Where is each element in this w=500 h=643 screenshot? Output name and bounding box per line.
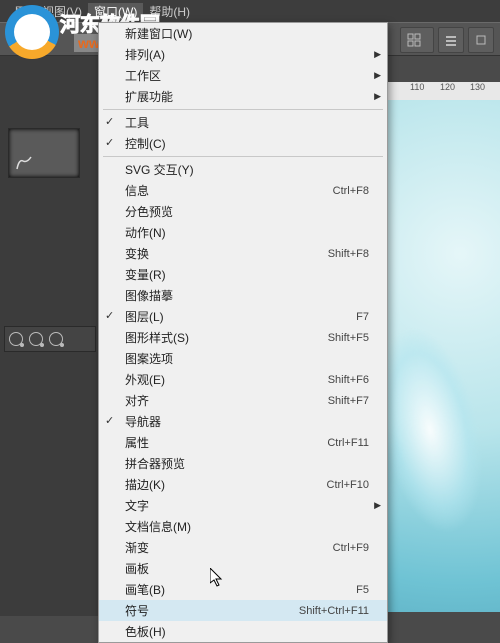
menu-item-label: 画板 <box>125 560 369 577</box>
menu-item[interactable]: 扩展功能 ▶ <box>99 86 387 107</box>
menu-item-shortcut: Shift+F6 <box>328 374 369 386</box>
menu-item-label: 工作区 <box>125 67 369 84</box>
menu-item-label: 分色预览 <box>125 203 369 220</box>
window-menu: 新建窗口(W) 排列(A) ▶ 工作区 ▶ 扩展功能 ▶ ✓ 工具 ✓ 控制(C) SVG 交互(Y)… <box>98 22 388 643</box>
symbol-sprayer-icon[interactable] <box>9 332 23 346</box>
menu-item[interactable]: 分色预览 <box>99 201 387 222</box>
menu-item-label: 图像描摹 <box>125 287 369 304</box>
menu-item[interactable]: SVG 交互(Y) <box>99 159 387 180</box>
menu-item-label: SVG 交互(Y) <box>125 161 369 178</box>
menu-item-label: 变换 <box>125 245 328 262</box>
menu-item[interactable]: 符号Shift+Ctrl+F11 <box>99 600 387 621</box>
menu-item-label: 符号 <box>125 602 299 619</box>
menu-item-shortcut: Shift+Ctrl+F11 <box>299 605 369 617</box>
check-icon: ✓ <box>105 309 114 322</box>
menu-item[interactable]: 外观(E)Shift+F6 <box>99 369 387 390</box>
menu-item-label: 工具 <box>125 114 369 131</box>
menu-item-label: 图层(L) <box>125 308 356 325</box>
menu-item-shortcut: Ctrl+F8 <box>333 185 369 197</box>
watermark-logo <box>5 5 59 59</box>
menu-item-label: 渐变 <box>125 539 333 556</box>
menu-item-label: 属性 <box>125 434 327 451</box>
menu-item[interactable]: 动作(N) <box>99 222 387 243</box>
menu-item[interactable]: 拼合器预览 <box>99 453 387 474</box>
menu-item[interactable]: 属性Ctrl+F11 <box>99 432 387 453</box>
menu-separator <box>103 109 383 110</box>
menu-item-shortcut: F7 <box>356 311 369 323</box>
check-icon: ✓ <box>105 136 114 149</box>
menu-item[interactable]: 变量(R) <box>99 264 387 285</box>
chevron-right-icon: ▶ <box>374 49 381 60</box>
chevron-right-icon: ▶ <box>374 500 381 511</box>
menu-item-label: 对齐 <box>125 392 328 409</box>
menu-item-label: 图形样式(S) <box>125 329 328 346</box>
menu-item[interactable]: 图像描摹 <box>99 285 387 306</box>
toolbar-icon[interactable] <box>438 27 464 53</box>
menu-item[interactable]: 画板 <box>99 558 387 579</box>
menu-item-shortcut: Shift+F5 <box>328 332 369 344</box>
menu-item[interactable]: 渐变Ctrl+F9 <box>99 537 387 558</box>
menu-item-label: 图案选项 <box>125 350 369 367</box>
menu-item[interactable]: 文档信息(M) <box>99 516 387 537</box>
chevron-right-icon: ▶ <box>374 91 381 102</box>
menu-item-label: 扩展功能 <box>125 88 369 105</box>
menu-item[interactable]: ✓ 控制(C) <box>99 133 387 154</box>
grid-icon[interactable] <box>400 27 434 53</box>
menu-item-label: 新建窗口(W) <box>125 25 369 42</box>
thumbnail-box[interactable] <box>8 128 80 178</box>
menu-item-label: 文档信息(M) <box>125 518 369 535</box>
menu-item-label: 排列(A) <box>125 46 369 63</box>
menu-item-label: 描边(K) <box>125 476 327 493</box>
menu-item[interactable]: 文字 ▶ <box>99 495 387 516</box>
menu-item[interactable]: 对齐Shift+F7 <box>99 390 387 411</box>
ruler-tick: 110 <box>410 82 424 92</box>
symbol-tool-icon[interactable] <box>29 332 43 346</box>
menu-item[interactable]: 描边(K)Ctrl+F10 <box>99 474 387 495</box>
menu-separator <box>103 156 383 157</box>
menu-item[interactable]: 工作区 ▶ <box>99 65 387 86</box>
menu-item[interactable]: ✓ 图层(L)F7 <box>99 306 387 327</box>
check-icon: ✓ <box>105 414 114 427</box>
menu-item[interactable]: 图案选项 <box>99 348 387 369</box>
menu-item[interactable]: 图形样式(S)Shift+F5 <box>99 327 387 348</box>
menu-item-label: 控制(C) <box>125 135 369 152</box>
symbol-tool-icon-2[interactable] <box>49 332 63 346</box>
menu-item-label: 文字 <box>125 497 369 514</box>
menu-item[interactable]: 色板(H) <box>99 621 387 642</box>
menu-item-label: 变量(R) <box>125 266 369 283</box>
menu-item-shortcut: Ctrl+F10 <box>327 479 370 491</box>
menu-item[interactable]: 画笔(B)F5 <box>99 579 387 600</box>
menu-item-shortcut: F5 <box>356 584 369 596</box>
menu-item-label: 动作(N) <box>125 224 369 241</box>
menu-item[interactable]: ✓ 导航器 <box>99 411 387 432</box>
check-icon: ✓ <box>105 115 114 128</box>
menu-item-label: 画笔(B) <box>125 581 356 598</box>
menu-item-shortcut: Shift+F7 <box>328 395 369 407</box>
menu-item-shortcut: Ctrl+F11 <box>327 437 369 449</box>
mini-toolbar <box>4 326 96 352</box>
menu-item[interactable]: 信息Ctrl+F8 <box>99 180 387 201</box>
menu-item-label: 信息 <box>125 182 333 199</box>
menu-item-label: 色板(H) <box>125 623 369 640</box>
toolbar-icon-2[interactable] <box>468 27 494 53</box>
ruler-tick: 120 <box>440 82 455 92</box>
menu-item-shortcut: Shift+F8 <box>328 248 369 260</box>
menu-item-shortcut: Ctrl+F9 <box>333 542 369 554</box>
menu-item[interactable]: ✓ 工具 <box>99 112 387 133</box>
menu-item[interactable]: 排列(A) ▶ <box>99 44 387 65</box>
menu-item-label: 拼合器预览 <box>125 455 369 472</box>
chevron-right-icon: ▶ <box>374 70 381 81</box>
menu-item[interactable]: 新建窗口(W) <box>99 23 387 44</box>
menu-item[interactable]: 变换Shift+F8 <box>99 243 387 264</box>
menu-item-label: 外观(E) <box>125 371 328 388</box>
menu-item-label: 导航器 <box>125 413 369 430</box>
ruler-tick: 130 <box>470 82 485 92</box>
